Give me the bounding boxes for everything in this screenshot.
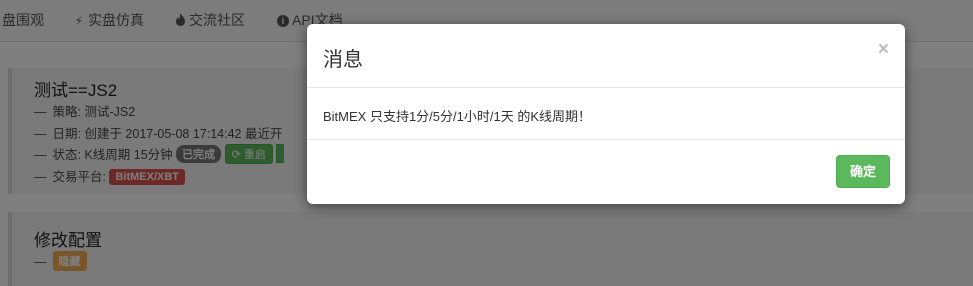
confirm-button[interactable]: 确定 bbox=[836, 155, 890, 188]
dialog-title: 消息 bbox=[323, 49, 363, 71]
dialog-footer: 确定 bbox=[307, 141, 905, 204]
dialog-header: 消息 × bbox=[307, 24, 905, 88]
message-dialog: 消息 × BitMEX 只支持1分/5分/1小时/1天 的K线周期！ 确定 bbox=[307, 24, 905, 204]
close-icon[interactable]: × bbox=[878, 39, 889, 61]
dialog-body: BitMEX 只支持1分/5分/1小时/1天 的K线周期！ bbox=[307, 89, 905, 140]
dialog-message: BitMEX 只支持1分/5分/1小时/1天 的K线周期！ bbox=[323, 109, 591, 124]
